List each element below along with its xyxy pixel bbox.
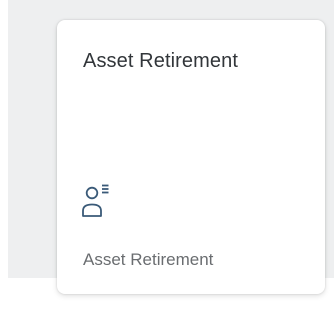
tile-title: Asset Retirement [83,50,238,72]
tile-footer: Asset Retirement [83,250,214,269]
user-list-icon [81,177,111,217]
asset-retirement-tile[interactable]: Asset Retirement Asset Retirement [57,20,325,294]
